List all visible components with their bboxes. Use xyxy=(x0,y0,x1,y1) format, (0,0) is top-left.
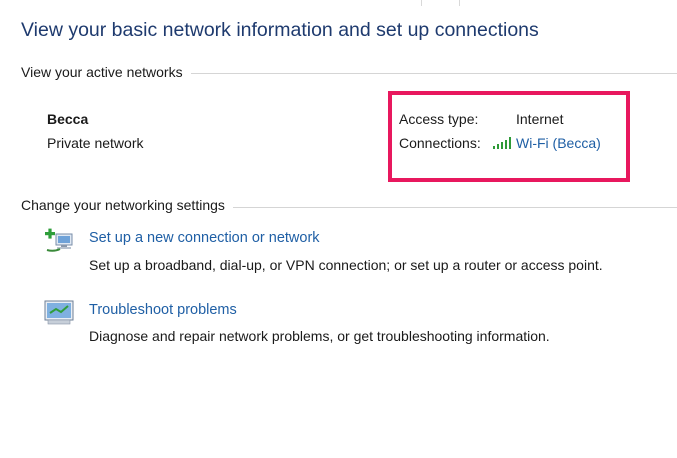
highlight-box xyxy=(388,91,630,182)
setup-connection-description: Set up a broadband, dial-up, or VPN conn… xyxy=(89,257,603,273)
page-title: View your basic network information and … xyxy=(21,19,539,41)
top-divider xyxy=(421,0,422,6)
troubleshoot-description: Diagnose and repair network problems, or… xyxy=(89,328,550,344)
network-name: Becca xyxy=(47,111,89,127)
troubleshoot-link[interactable]: Troubleshoot problems xyxy=(89,302,237,318)
settings-heading: Change your networking settings xyxy=(21,197,233,213)
troubleshoot-icon xyxy=(44,300,74,326)
active-networks-heading: View your active networks xyxy=(21,64,191,80)
setup-connection-link[interactable]: Set up a new connection or network xyxy=(89,230,320,246)
top-divider xyxy=(459,0,460,6)
window-top-edge xyxy=(0,0,677,6)
network-type: Private network xyxy=(47,135,144,151)
new-connection-icon xyxy=(44,228,74,254)
